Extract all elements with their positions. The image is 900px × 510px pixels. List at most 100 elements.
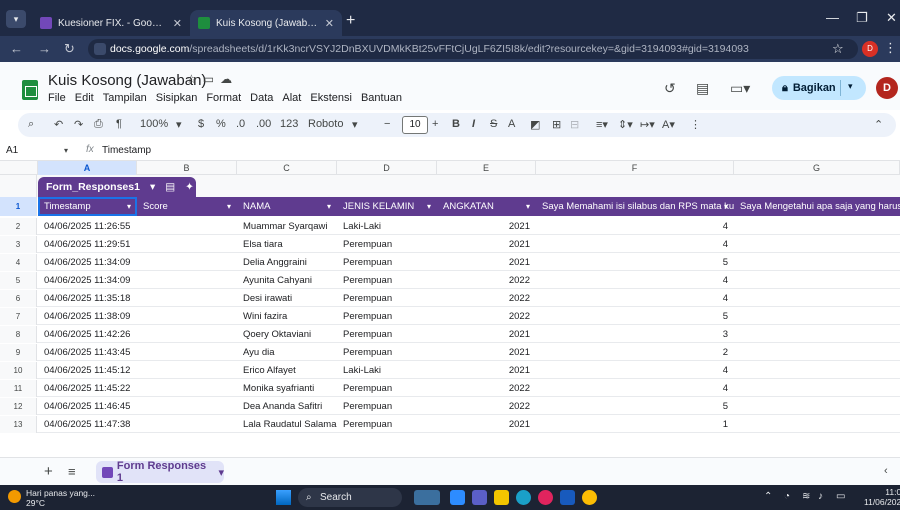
table-view-icon[interactable]: ▤ bbox=[165, 181, 175, 193]
reload-icon[interactable]: ↻ bbox=[64, 41, 75, 57]
row-header[interactable]: 10 bbox=[0, 362, 37, 379]
chrome-icon[interactable] bbox=[582, 490, 597, 505]
chevron-down-icon[interactable]: ▾ bbox=[848, 81, 853, 92]
magic-icon[interactable]: ✦ bbox=[185, 181, 194, 193]
cell-silabus[interactable]: 5 bbox=[536, 308, 734, 325]
italic-button[interactable]: I bbox=[472, 118, 475, 130]
cell-timestamp[interactable]: 04/06/2025 11:35:18 bbox=[38, 290, 137, 307]
menu-tools[interactable]: Alat bbox=[282, 92, 301, 104]
cell-mengetahui[interactable] bbox=[734, 254, 900, 271]
cell-silabus[interactable]: 4 bbox=[536, 272, 734, 289]
cell-silabus[interactable]: 1 bbox=[536, 416, 734, 433]
chevron-down-icon[interactable]: ▾ bbox=[218, 466, 224, 479]
row-header[interactable]: 11 bbox=[0, 380, 37, 397]
cell-score[interactable] bbox=[137, 416, 237, 433]
chevron-down-icon[interactable]: ▾ bbox=[327, 197, 331, 216]
copilot-icon[interactable]: ◔ bbox=[784, 491, 790, 502]
cell-jenis-kelamin[interactable]: Perempuan bbox=[337, 326, 437, 343]
cell-score[interactable] bbox=[137, 344, 237, 361]
cell-timestamp[interactable]: 04/06/2025 11:47:38 bbox=[38, 416, 137, 433]
cell-angkatan[interactable]: 2022 bbox=[437, 272, 536, 289]
move-folder-icon[interactable]: ▭ bbox=[203, 72, 220, 86]
cell-nama[interactable]: Lala Raudatul Salamah bbox=[237, 416, 337, 433]
header-timestamp[interactable]: Timestamp ▾ bbox=[38, 197, 137, 216]
vertical-align-icon[interactable]: ⇕▾ bbox=[618, 118, 633, 131]
formula-input[interactable]: Timestamp bbox=[102, 145, 151, 156]
cell-score[interactable] bbox=[137, 272, 237, 289]
redo-icon[interactable]: ↷ bbox=[74, 118, 83, 131]
cell-mengetahui[interactable] bbox=[734, 290, 900, 307]
menu-data[interactable]: Data bbox=[250, 92, 273, 104]
select-all-corner[interactable] bbox=[0, 161, 38, 175]
cell-silabus[interactable]: 2 bbox=[536, 344, 734, 361]
menu-help[interactable]: Bantuan bbox=[361, 92, 402, 104]
history-icon[interactable]: ↺ bbox=[664, 80, 676, 97]
search-menus-icon[interactable]: ⌕ bbox=[28, 118, 34, 131]
teams-icon[interactable] bbox=[472, 490, 487, 505]
edge-icon[interactable] bbox=[516, 490, 531, 505]
cell-angkatan[interactable]: 2021 bbox=[437, 344, 536, 361]
menu-file[interactable]: File bbox=[48, 92, 66, 104]
cell-timestamp[interactable]: 04/06/2025 11:34:09 bbox=[38, 254, 137, 271]
taskbar-search[interactable]: ⌕ Search bbox=[298, 488, 402, 507]
cell-nama[interactable]: Dea Ananda Safitri bbox=[237, 398, 337, 415]
cell-score[interactable] bbox=[137, 236, 237, 253]
comments-icon[interactable]: ▤ bbox=[696, 80, 709, 97]
cell-score[interactable] bbox=[137, 398, 237, 415]
row-header[interactable]: 3 bbox=[0, 236, 37, 253]
cell-nama[interactable]: Wini fazira bbox=[237, 308, 337, 325]
cell-timestamp[interactable]: 04/06/2025 11:29:51 bbox=[38, 236, 137, 253]
file-explorer-icon[interactable] bbox=[494, 490, 509, 505]
cell-jenis-kelamin[interactable]: Perempuan bbox=[337, 308, 437, 325]
merge-cells-icon[interactable]: ⊟ bbox=[570, 118, 579, 131]
url-input[interactable]: docs.google.com/spreadsheets/d/1rKk3ncrV… bbox=[88, 39, 858, 59]
font-size-decrease-button[interactable]: − bbox=[384, 118, 390, 130]
collapse-toolbar-icon[interactable]: ⌃ bbox=[874, 118, 883, 131]
wifi-icon[interactable]: ≋ bbox=[802, 491, 810, 502]
cell-silabus[interactable]: 5 bbox=[536, 254, 734, 271]
cell-jenis-kelamin[interactable]: Perempuan bbox=[337, 398, 437, 415]
row-header[interactable]: 8 bbox=[0, 326, 37, 343]
widgets-icon[interactable] bbox=[414, 490, 440, 505]
row-header-1[interactable]: 1 bbox=[0, 197, 37, 216]
font-size-increase-button[interactable]: + bbox=[432, 118, 438, 130]
cell-mengetahui[interactable] bbox=[734, 236, 900, 253]
row-header[interactable]: 12 bbox=[0, 398, 37, 415]
restore-icon[interactable]: ❐ bbox=[856, 10, 868, 26]
app-icon[interactable] bbox=[538, 490, 553, 505]
font-select[interactable]: Roboto bbox=[308, 118, 343, 130]
battery-icon[interactable]: ▭ bbox=[836, 491, 845, 502]
cell-mengetahui[interactable] bbox=[734, 308, 900, 325]
percent-format-button[interactable]: % bbox=[216, 118, 226, 130]
browser-tab-sheets[interactable]: Kuis Kosong (Jawaban) - Googl ✕ bbox=[190, 10, 342, 36]
header-nama[interactable]: NAMA ▾ bbox=[237, 197, 337, 216]
site-info-icon[interactable] bbox=[94, 43, 106, 55]
cell-timestamp[interactable]: 04/06/2025 11:43:45 bbox=[38, 344, 137, 361]
chevron-down-icon[interactable]: ▾ bbox=[150, 181, 155, 193]
row-header[interactable]: 5 bbox=[0, 272, 37, 289]
taskbar-clock[interactable]: 11:03 11/06/2025 bbox=[864, 487, 900, 507]
cell-jenis-kelamin[interactable]: Perempuan bbox=[337, 254, 437, 271]
strikethrough-button[interactable]: S bbox=[490, 118, 497, 130]
share-button[interactable]: 🔒︎ Bagikan ▾ bbox=[772, 76, 866, 100]
cell-jenis-kelamin[interactable]: Perempuan bbox=[337, 416, 437, 433]
app-icon[interactable] bbox=[450, 490, 465, 505]
cell-nama[interactable]: Elsa tiara bbox=[237, 236, 337, 253]
browser-menu-icon[interactable]: ⋮ bbox=[884, 40, 897, 56]
cell-silabus[interactable]: 4 bbox=[536, 362, 734, 379]
number-format-button[interactable]: 123 bbox=[280, 118, 298, 130]
chevron-down-icon[interactable]: ▾ bbox=[127, 197, 131, 216]
cell-angkatan[interactable]: 2022 bbox=[437, 308, 536, 325]
sheet-tab-form-responses[interactable]: Form Responses 1 ▾ bbox=[96, 460, 224, 484]
sheets-logo-icon[interactable] bbox=[22, 80, 38, 100]
cell-timestamp[interactable]: 04/06/2025 11:26:55 bbox=[38, 218, 137, 235]
cell-silabus[interactable]: 3 bbox=[536, 326, 734, 343]
cell-timestamp[interactable]: 04/06/2025 11:34:09 bbox=[38, 272, 137, 289]
menu-edit[interactable]: Edit bbox=[75, 92, 94, 104]
print-icon[interactable]: ⎙ bbox=[94, 118, 103, 131]
horizontal-align-icon[interactable]: ≡▾ bbox=[596, 118, 608, 131]
close-window-icon[interactable]: ✕ bbox=[886, 10, 897, 26]
column-header-b[interactable]: B bbox=[137, 161, 237, 175]
forward-icon[interactable]: → bbox=[38, 41, 51, 56]
cell-mengetahui[interactable] bbox=[734, 362, 900, 379]
